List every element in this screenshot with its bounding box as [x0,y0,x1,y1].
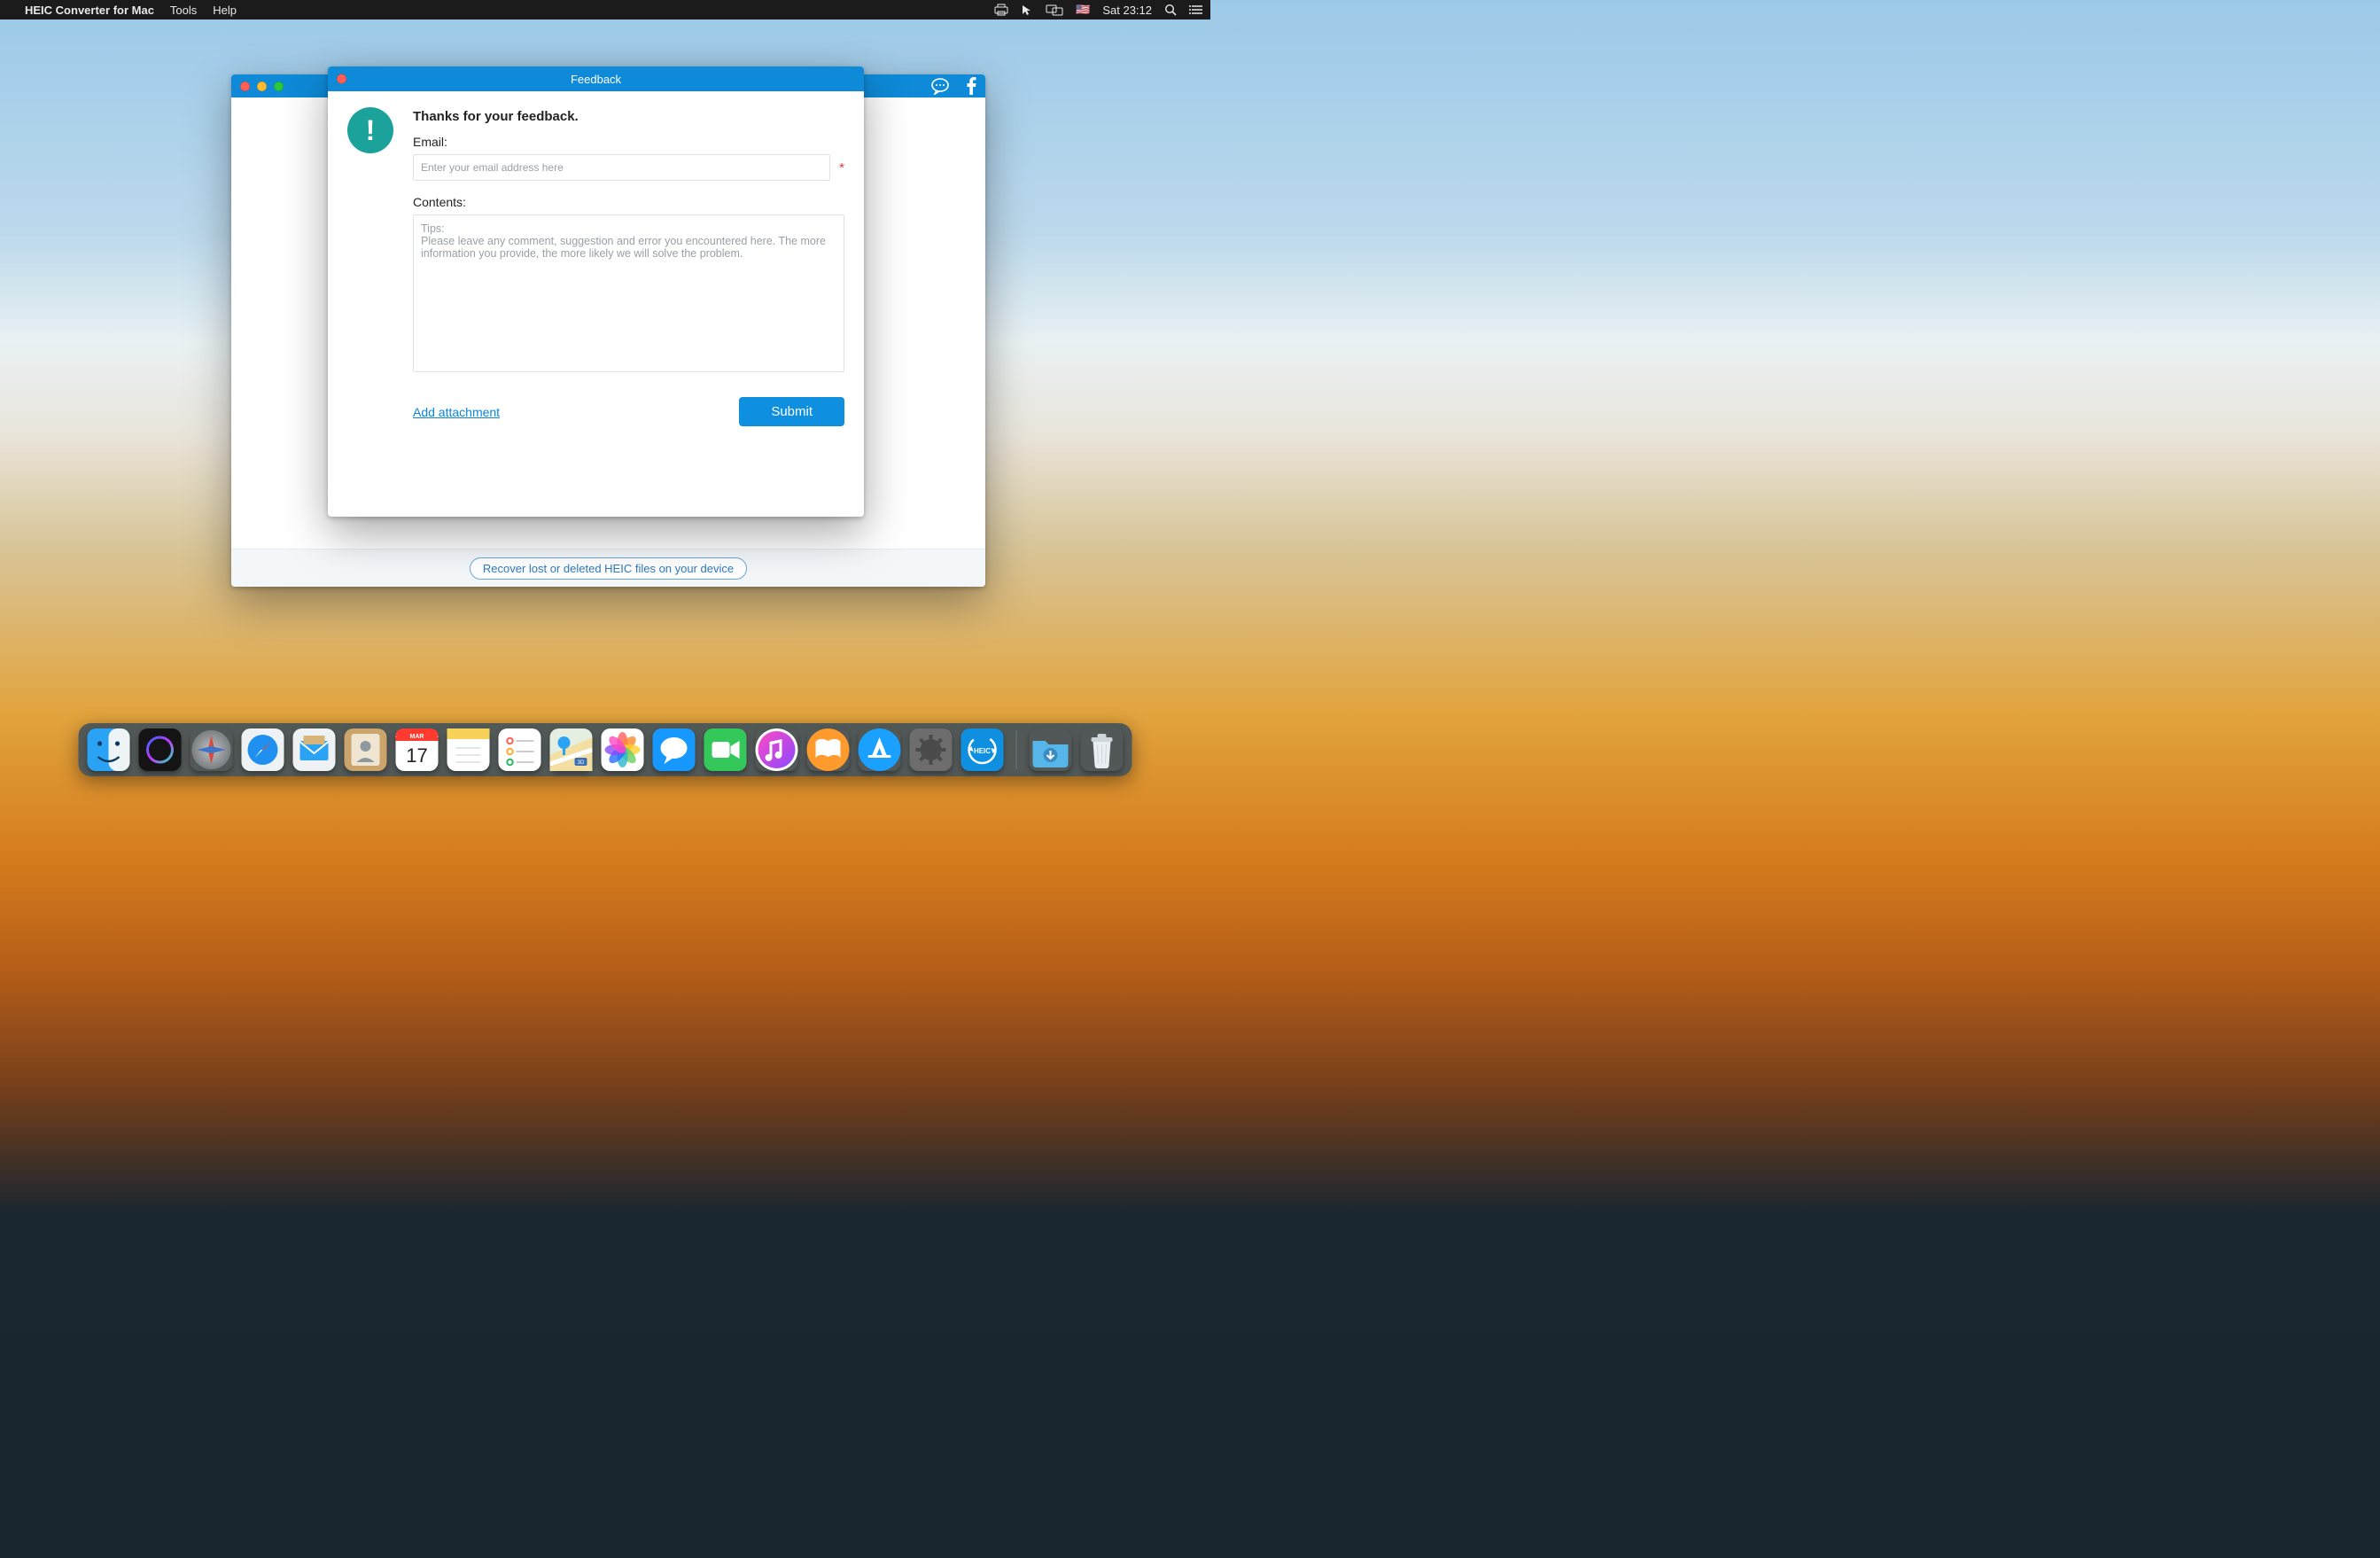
feedback-dialog: Feedback ! Thanks for your feedback. Ema… [328,66,864,517]
siri-icon[interactable] [139,728,182,771]
menu-extra-list-icon[interactable] [1189,4,1203,15]
submit-button[interactable]: Submit [739,397,844,426]
notes-icon[interactable] [447,728,490,771]
email-label: Email: [413,135,844,149]
menubar-item-help[interactable]: Help [213,4,237,17]
calendar-icon[interactable]: MAR 17 [396,728,439,771]
preferences-icon[interactable] [910,728,953,771]
launchpad-icon[interactable] [191,728,233,771]
messages-icon[interactable] [653,728,696,771]
app-footer: Recover lost or deleted HEIC files on yo… [231,549,985,587]
dialog-heading: Thanks for your feedback. [413,109,844,124]
trash-icon[interactable] [1081,728,1124,771]
menubar-app-name[interactable]: HEIC Converter for Mac [25,4,154,17]
menubar-item-tools[interactable]: Tools [170,4,197,17]
downloads-folder-icon[interactable] [1030,728,1072,771]
svg-text:MAR: MAR [410,734,424,740]
contents-textarea[interactable] [413,214,844,372]
ibooks-icon[interactable] [807,728,850,771]
contents-label: Contents: [413,195,844,209]
dialog-close-button[interactable] [337,74,346,84]
facetime-icon[interactable] [704,728,747,771]
svg-text:HEIC: HEIC [974,747,991,755]
spotlight-icon[interactable] [1164,4,1177,16]
email-field[interactable] [413,154,830,181]
menu-extra-displays-icon[interactable] [1046,4,1063,16]
menu-extra-cursor-icon[interactable] [1021,4,1033,16]
heic-converter-icon[interactable]: HEIC [961,728,1004,771]
mail-icon[interactable] [293,728,336,771]
menu-extra-flag[interactable]: 🇺🇸 [1076,3,1090,17]
reminders-icon[interactable] [499,728,541,771]
contacts-icon[interactable] [345,728,387,771]
itunes-icon[interactable] [756,728,798,771]
svg-text:3D: 3D [578,760,585,766]
menu-extra-printer-icon[interactable] [994,4,1008,16]
facebook-icon[interactable] [966,77,976,95]
dialog-titlebar[interactable]: Feedback [328,66,864,91]
macos-dock: MAR 17 3D HEIC [79,723,1132,776]
macos-menubar: HEIC Converter for Mac Tools Help 🇺🇸 Sat… [0,0,1210,19]
menubar-clock[interactable]: Sat 23:12 [1102,4,1152,17]
finder-icon[interactable] [88,728,130,771]
maps-icon[interactable]: 3D [550,728,593,771]
window-minimize-button[interactable] [257,82,267,91]
chat-bubble-icon[interactable] [930,77,950,95]
window-zoom-button[interactable] [274,82,284,91]
exclamation-badge-icon: ! [347,107,393,153]
photos-icon[interactable] [602,728,644,771]
required-asterisk: * [839,161,844,175]
dock-divider [1016,730,1017,769]
recover-files-link[interactable]: Recover lost or deleted HEIC files on yo… [470,557,747,580]
appstore-icon[interactable] [859,728,901,771]
add-attachment-link[interactable]: Add attachment [413,405,500,419]
dialog-title: Feedback [571,73,621,86]
svg-text:17: 17 [406,744,427,767]
window-close-button[interactable] [240,82,250,91]
safari-icon[interactable] [242,728,284,771]
